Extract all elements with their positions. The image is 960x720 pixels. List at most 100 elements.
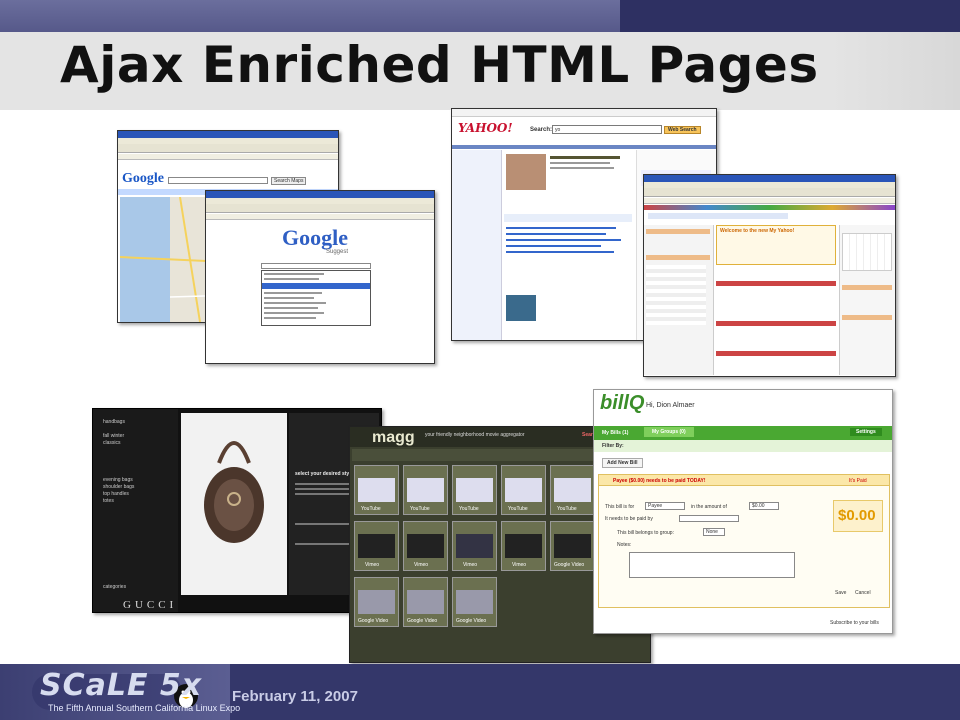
gucci-menu-item: totes (103, 498, 114, 504)
search-maps-button: Search Maps (271, 177, 307, 185)
video-thumb: YouTube (501, 465, 546, 515)
suggest-dropdown (261, 270, 371, 326)
yahoo-news-tabs (504, 214, 632, 222)
video-thumb: YouTube (403, 465, 448, 515)
video-thumb: YouTube (550, 465, 595, 515)
address-bar (206, 214, 434, 220)
top-band (0, 0, 960, 32)
my-yahoo-search-tabs (648, 213, 788, 219)
window-titlebar (206, 191, 434, 198)
google-suggest-logo: Google (282, 225, 348, 250)
bill-total-box: $0.00 (833, 500, 883, 532)
gucci-menu-item: evening bags (103, 477, 133, 483)
scale-subtitle: The Fifth Annual Southern California Lin… (48, 703, 241, 713)
web-search-button: Web Search (664, 126, 701, 134)
address-bar (118, 154, 338, 160)
gucci-screenshot: handbags fall winter classics evening ba… (92, 408, 382, 613)
suggest-sublabel: Suggest (326, 249, 349, 255)
video-thumb: Google Video (403, 577, 448, 627)
payee-input[interactable]: Payee (645, 502, 685, 510)
filter-label: Filter By: (602, 443, 624, 449)
yahoo-search-label: Search: (530, 127, 553, 133)
google-logo: Google (122, 171, 164, 186)
my-yahoo-color-strip (644, 205, 895, 210)
tab-my-bills[interactable]: My Bills (1) (602, 430, 628, 436)
gucci-menu-item: categories (103, 584, 127, 590)
video-thumb: Google Video (354, 577, 399, 627)
video-thumb: Vimeo (452, 521, 497, 571)
yahoo-logo: YAHOO! (458, 121, 513, 135)
due-date-selects[interactable] (679, 515, 739, 522)
yahoo-top-bar (452, 109, 716, 117)
slide: Ajax Enriched HTML Pages Google Search M… (0, 0, 960, 720)
billq-tab-bar: My Bills (1) My Groups (0) Settings (594, 426, 892, 440)
google-suggest-screenshot: Google Suggest (205, 190, 435, 364)
subscribe-link[interactable]: Subscribe to your bills (830, 620, 879, 626)
video-thumb: Vimeo (354, 521, 399, 571)
gucci-menu-item: fall winter (103, 433, 125, 439)
slide-date: February 11, 2007 (232, 688, 358, 705)
browser-toolbar (118, 144, 338, 153)
gucci-left-menu: handbags fall winter classics evening ba… (93, 409, 178, 612)
payee-notice-bar: Payee ($0.00) needs to be paid TODAY! It… (598, 474, 890, 486)
video-thumb: Vimeo (403, 521, 448, 571)
title-band-accent (830, 32, 960, 110)
yahoo-search-input: yo (552, 125, 662, 134)
settings-button[interactable]: Settings (850, 428, 882, 436)
top-band-right (620, 0, 960, 32)
notes-textarea[interactable] (629, 552, 795, 578)
its-paid-link[interactable]: It's Paid (849, 478, 867, 484)
video-thumb: YouTube (354, 465, 399, 515)
my-yahoo-left-column (644, 225, 714, 375)
group-label: This bill belongs to group: (617, 530, 674, 536)
address-bar (644, 198, 895, 204)
top-band-left (0, 0, 620, 32)
group-select[interactable]: None (703, 528, 725, 536)
notes-label: Notes: (617, 542, 632, 548)
my-yahoo-screenshot: Welcome to the new My Yahoo! (643, 174, 896, 377)
video-thumb: Google Video (550, 521, 595, 571)
gucci-product-panel (181, 413, 287, 595)
payee-notice: Payee ($0.00) needs to be paid TODAY! (613, 478, 706, 484)
window-titlebar (118, 131, 338, 138)
gucci-menu-item: top handles (103, 491, 129, 497)
suggest-highlighted-item (262, 283, 370, 289)
billq-filter-bar: Filter By: (594, 440, 892, 452)
handbag-image (204, 441, 264, 543)
yahoo-news-list (504, 225, 632, 340)
yahoo-featured (504, 150, 632, 200)
cancel-button[interactable]: Cancel (855, 590, 871, 596)
calendar-column (839, 225, 895, 375)
welcome-box: Welcome to the new My Yahoo! (716, 225, 836, 265)
slide-title: Ajax Enriched HTML Pages (60, 36, 819, 94)
gucci-menu-item: shoulder bags (103, 484, 135, 490)
bill-form: This bill is for Payee in the amount of … (598, 486, 890, 608)
due-label: It needs to be paid by (605, 516, 653, 522)
add-new-bill-button[interactable]: Add New Bill (602, 458, 643, 468)
bill-for-label: This bill is for (605, 504, 635, 510)
browser-toolbar (644, 188, 895, 197)
yahoo-left-nav (452, 150, 502, 340)
window-titlebar (644, 175, 895, 182)
suggest-search-input (261, 263, 371, 269)
bill-total: $0.00 (838, 507, 876, 524)
video-thumb: Vimeo (501, 521, 546, 571)
browser-toolbar (206, 204, 434, 213)
tab-my-groups[interactable]: My Groups (0) (644, 427, 694, 437)
gucci-brand: GUCCI (123, 599, 178, 611)
magg-logo: magg (372, 429, 415, 446)
yahoo-nav-bar (452, 145, 716, 149)
amount-label: in the amount of (691, 504, 727, 510)
news-modules (716, 271, 836, 371)
amount-input[interactable]: $0.00 (749, 502, 779, 510)
billq-logo: billQ (600, 392, 645, 414)
billq-screenshot: billQ Hi, Dion Almaer My Bills (1) My Gr… (593, 389, 893, 634)
gucci-menu-item: classics (103, 440, 121, 446)
billq-greeting: Hi, Dion Almaer (646, 402, 695, 409)
maps-search-input (168, 177, 268, 184)
video-thumb: Google Video (452, 577, 497, 627)
save-button[interactable]: Save (835, 590, 846, 596)
video-thumb: YouTube (452, 465, 497, 515)
magg-tagline: your friendly neighborhood movie aggrega… (425, 432, 525, 438)
gucci-style-heading: select your desired style (295, 471, 354, 477)
